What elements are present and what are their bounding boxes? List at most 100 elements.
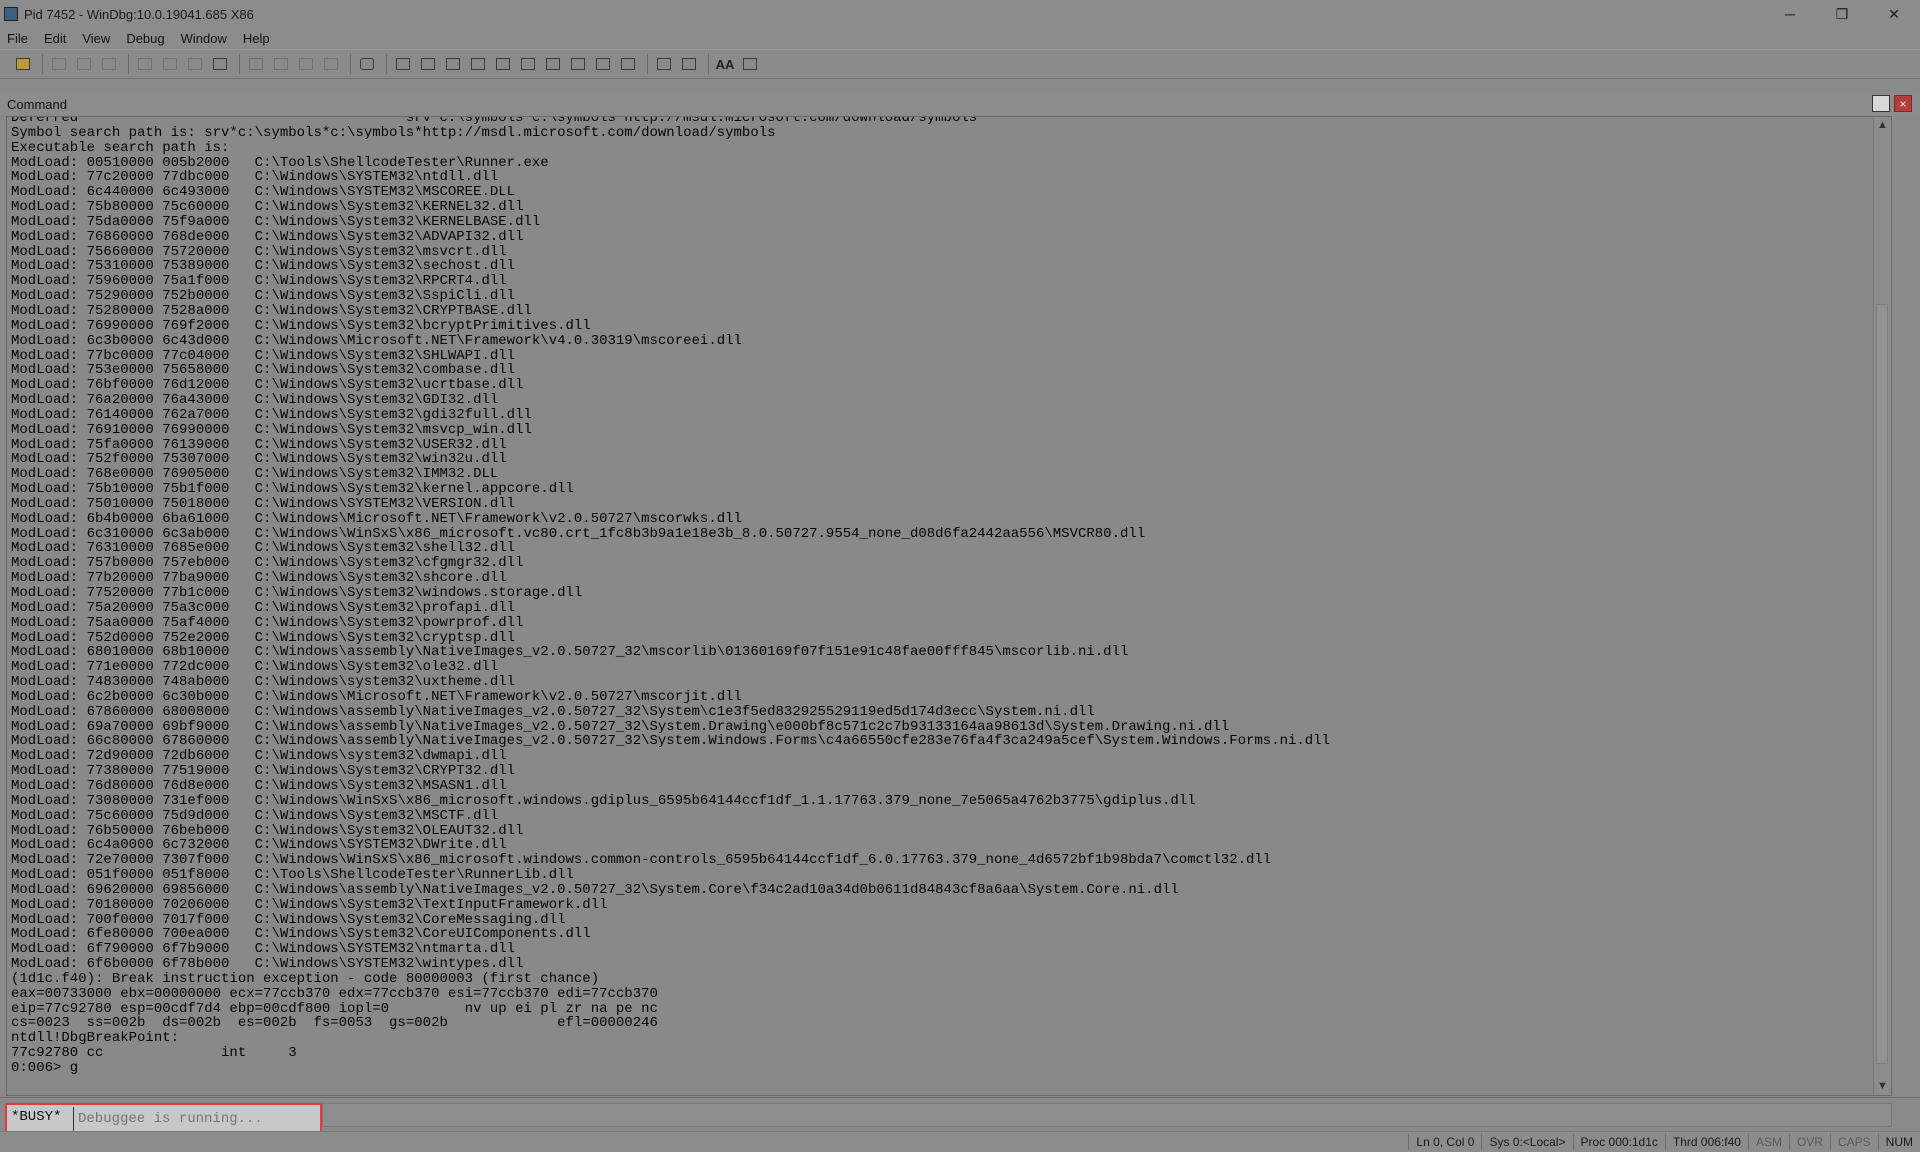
output-line: ModLoad: 75b80000 75c60000 C:\Windows\Sy… [11,199,524,216]
output-line: ModLoad: 67860000 68008000 C:\Windows\as… [11,703,1095,720]
source-mode-icon[interactable] [617,54,639,74]
minimize-button[interactable]: ─ [1764,0,1816,28]
break-hand-icon[interactable] [356,54,378,74]
restart-icon[interactable] [159,54,181,74]
detach-icon[interactable] [209,54,231,74]
font-button[interactable]: AA [714,54,736,74]
options-icon[interactable] [739,54,761,74]
open-file-icon[interactable] [12,54,34,74]
output-line: Executable search path is: [11,139,230,156]
window-title: Pid 7452 - WinDbg:10.0.19041.685 X86 [24,6,254,22]
output-line: ModLoad: 76a20000 76a43000 C:\Windows\Sy… [11,392,499,409]
output-text: Deferred srv*c:\symbols*c:\symbols*http:… [11,117,1331,1076]
command-window-icon[interactable] [392,54,414,74]
status-line-col: Ln 0, Col 0 [1408,1134,1481,1150]
copy-icon[interactable] [73,54,95,74]
output-line: ModLoad: 00510000 005b2000 C:\Tools\Shel… [11,154,549,171]
output-line: ModLoad: 75660000 75720000 C:\Windows\Sy… [11,243,507,260]
output-line: ModLoad: 76d80000 76d8e000 C:\Windows\Sy… [11,777,507,794]
vertical-scrollbar[interactable]: ▲ ▼ [1873,117,1891,1095]
command-input[interactable] [73,1107,322,1131]
scroll-up-icon[interactable]: ▲ [1874,117,1891,134]
step-out-icon[interactable] [295,54,317,74]
stop-debugging-icon[interactable] [184,54,206,74]
output-line: ModLoad: 75310000 75389000 C:\Windows\Sy… [11,258,516,275]
output-line: ModLoad: 6c3b0000 6c43d000 C:\Windows\Mi… [11,332,742,349]
output-line: ModLoad: 75c60000 75d9d000 C:\Windows\Sy… [11,807,499,824]
command-input-area[interactable] [322,1103,1892,1127]
run-to-cursor-icon[interactable] [320,54,342,74]
toolbar-separator [128,54,129,74]
title-bar: Pid 7452 - WinDbg:10.0.19041.685 X86 ─ ❐… [0,0,1920,28]
step-over-icon[interactable] [270,54,292,74]
disassembly-window-icon[interactable] [542,54,564,74]
busy-label: *BUSY* [11,1109,62,1125]
output-line: ModLoad: 752d0000 752e2000 C:\Windows\Sy… [11,629,516,646]
font-icon: AA [715,56,735,72]
status-asm: ASM [1747,1134,1789,1150]
registers-window-icon[interactable] [467,54,489,74]
output-line: ModLoad: 75b10000 75b1f000 C:\Windows\Sy… [11,481,574,498]
scratch-pad-icon[interactable] [567,54,589,74]
output-line: ModLoad: 75960000 75a1f000 C:\Windows\Sy… [11,273,507,290]
toolbar-separator [708,54,709,74]
busy-highlight: *BUSY* [5,1103,322,1133]
windbg-app-icon[interactable] [4,7,18,21]
paste-icon[interactable] [98,54,120,74]
processes-threads-icon[interactable] [592,54,614,74]
source-mode-on-icon[interactable] [653,54,675,74]
restore-button[interactable]: ❐ [1816,0,1868,28]
menu-window[interactable]: Window [173,31,235,46]
output-line: ModLoad: 757b0000 757eb000 C:\Windows\Sy… [11,555,524,572]
output-line: ModLoad: 6c4a0000 6c732000 C:\Windows\SY… [11,837,507,854]
output-line: ModLoad: 72e70000 7307f000 C:\Windows\Wi… [11,852,1272,869]
output-line: ModLoad: 73080000 731ef000 C:\Windows\Wi… [11,792,1196,809]
cut-icon[interactable] [48,54,70,74]
locals-window-icon[interactable] [442,54,464,74]
menu-file[interactable]: File [0,31,36,46]
output-line: ModLoad: 76860000 768de000 C:\Windows\Sy… [11,228,524,245]
output-line: ModLoad: 77bc0000 77c04000 C:\Windows\Sy… [11,347,516,364]
output-line: ModLoad: 75280000 7528a000 C:\Windows\Sy… [11,302,532,319]
command-window-header: Command × [0,93,1920,115]
menu-edit[interactable]: Edit [36,31,74,46]
output-line: ModLoad: 70180000 70206000 C:\Windows\Sy… [11,896,608,913]
menu-bar: File Edit View Debug Window Help [0,28,1920,48]
output-line: ModLoad: 76b50000 76beb000 C:\Windows\Sy… [11,822,524,839]
call-stack-window-icon[interactable] [517,54,539,74]
memory-window-icon[interactable] [492,54,514,74]
watch-window-icon[interactable] [417,54,439,74]
toolbar-separator [239,54,240,74]
output-line: ntdll!DbgBreakPoint: [11,1030,180,1047]
close-pane-icon[interactable]: × [1894,95,1912,112]
output-line: ModLoad: 76140000 762a7000 C:\Windows\Sy… [11,406,532,423]
output-line: ModLoad: 75290000 752b0000 C:\Windows\Sy… [11,288,516,305]
output-line: ModLoad: 69620000 69856000 C:\Windows\as… [11,881,1179,898]
status-thread: Thrd 006:f40 [1664,1134,1748,1150]
console-icon[interactable] [1872,95,1890,112]
scrollbar-thumb[interactable] [1876,304,1888,1064]
output-line: ModLoad: 68010000 68b10000 C:\Windows\as… [11,644,1129,661]
output-line: ModLoad: 768e0000 76905000 C:\Windows\Sy… [11,466,499,483]
status-caps: CAPS [1829,1134,1878,1150]
output-line: ModLoad: 77520000 77b1c000 C:\Windows\Sy… [11,585,583,601]
hex-mode-icon[interactable] [678,54,700,74]
command-input-row: *BUSY* [0,1097,1920,1133]
output-line: ModLoad: 75fa0000 76139000 C:\Windows\Sy… [11,436,507,453]
step-into-icon[interactable] [245,54,267,74]
go-icon[interactable] [134,54,156,74]
output-line: eax=00733000 ebx=00000000 ecx=77ccb370 e… [11,985,658,1002]
menu-help[interactable]: Help [235,31,278,46]
output-line: ModLoad: 6f790000 6f7b9000 C:\Windows\SY… [11,941,516,958]
status-process: Proc 000:1d1c [1572,1134,1665,1150]
scroll-down-icon[interactable]: ▼ [1874,1078,1891,1095]
output-line: (1d1c.f40): Break instruction exception … [11,970,600,987]
output-line: ModLoad: 75a20000 75a3c000 C:\Windows\Sy… [11,599,516,616]
output-line: ModLoad: 66c80000 67860000 C:\Windows\as… [11,733,1331,750]
command-output[interactable]: Deferred srv*c:\symbols*c:\symbols*http:… [6,116,1892,1096]
toolbar-separator [647,54,648,74]
close-button[interactable]: ✕ [1868,0,1920,28]
menu-debug[interactable]: Debug [118,31,172,46]
output-line: ModLoad: 6f6b0000 6f78b000 C:\Windows\SY… [11,956,524,973]
menu-view[interactable]: View [74,31,118,46]
